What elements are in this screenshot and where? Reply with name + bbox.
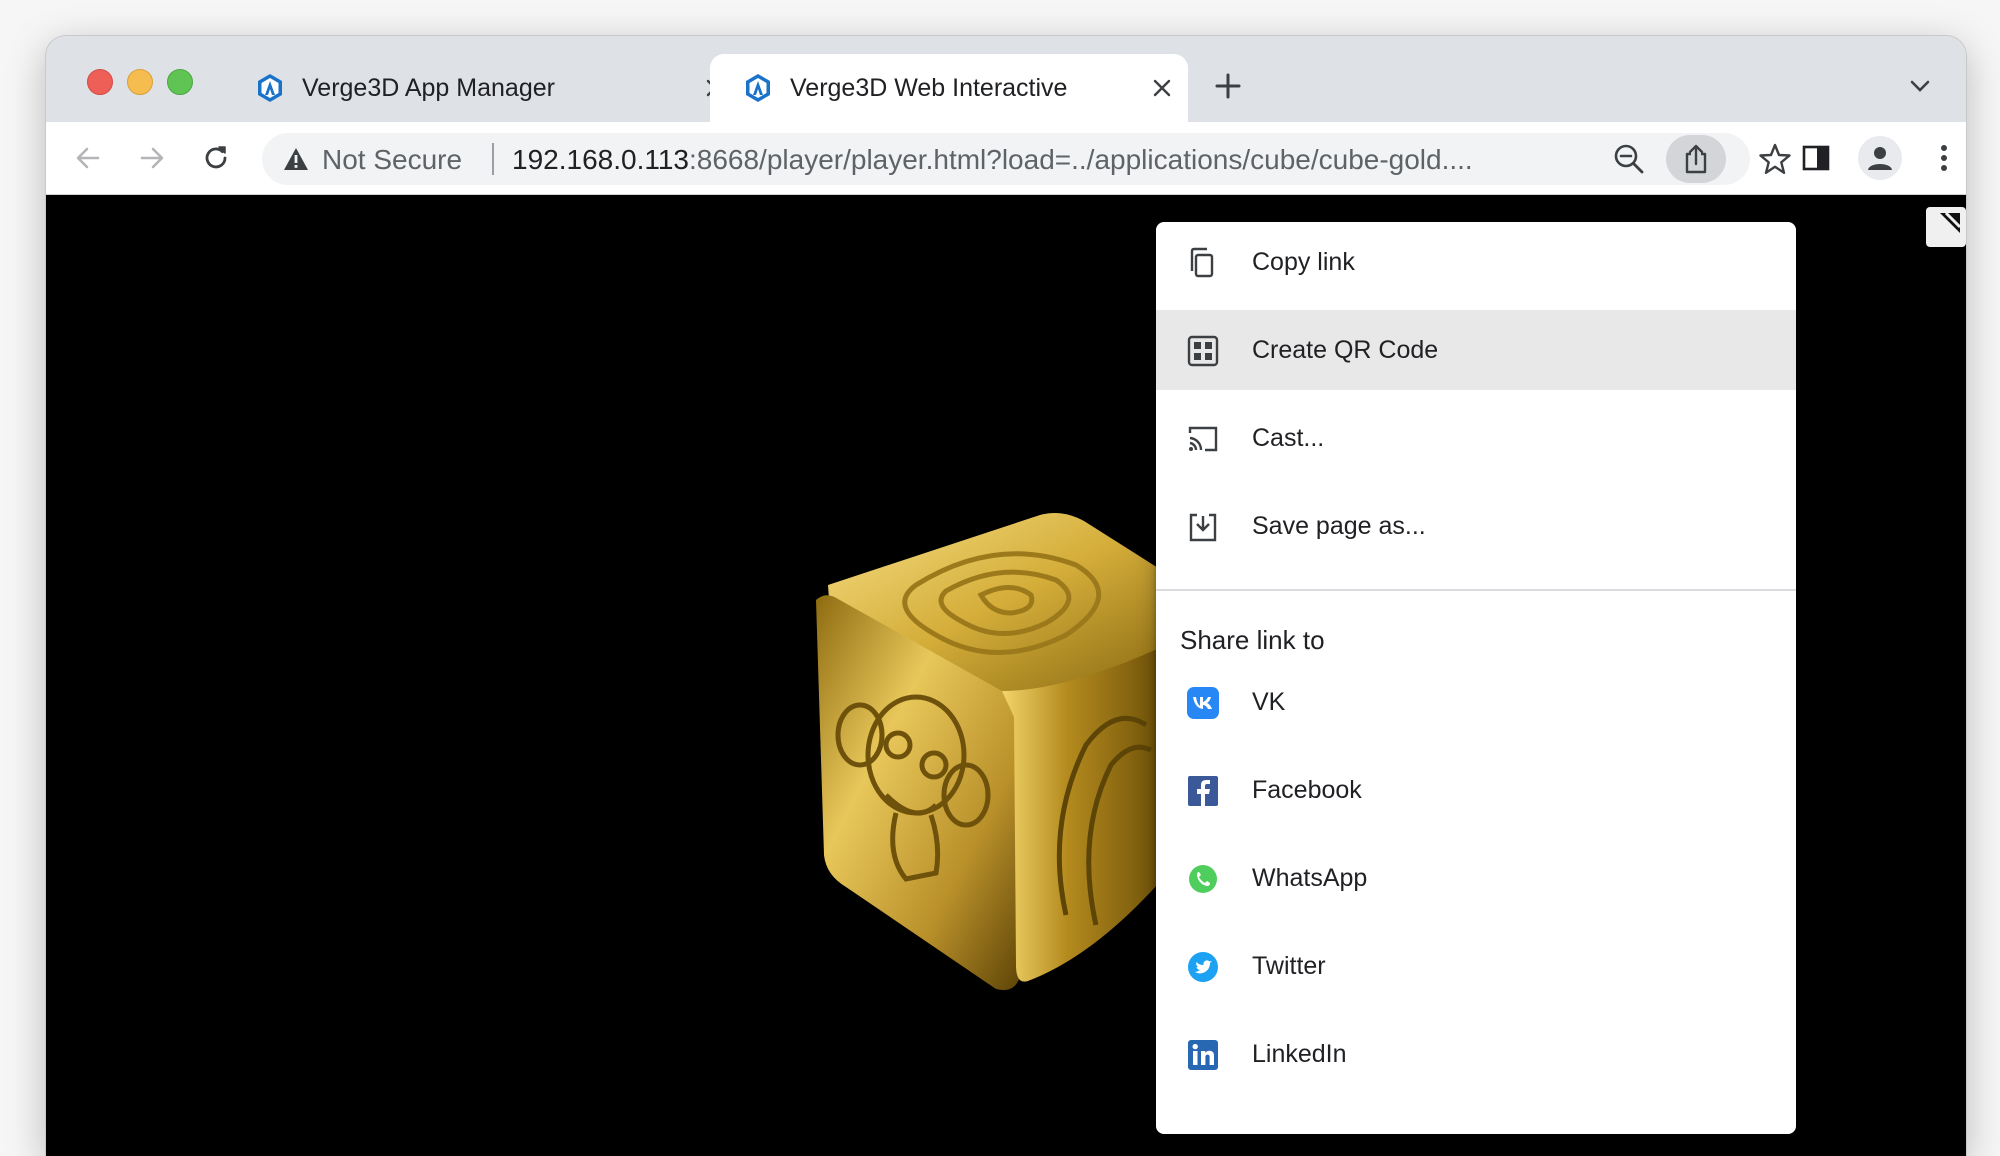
- share-target-label: VK: [1252, 687, 1286, 716]
- tab-title: Verge3D Web Interactive: [790, 74, 1068, 102]
- fullscreen-icon: [1940, 211, 1962, 233]
- menu-item-save-page[interactable]: Save page as...: [1156, 486, 1796, 566]
- verge3d-favicon-icon: [746, 74, 770, 102]
- twitter-icon: [1188, 952, 1218, 982]
- side-panel-button[interactable]: [1794, 136, 1838, 180]
- gold-cube-model[interactable]: [766, 495, 1186, 1015]
- browser-menu-button[interactable]: [1922, 136, 1966, 180]
- browser-window: Verge3D App Manager Verge3D Web Interact…: [46, 36, 1966, 1156]
- cube-right-face: [1002, 645, 1166, 982]
- tab-strip: Verge3D App Manager Verge3D Web Interact…: [46, 36, 1966, 122]
- omnibox-divider: [492, 143, 494, 175]
- menu-item-create-qr-code[interactable]: Create QR Code: [1156, 310, 1796, 390]
- arrow-right-icon: [140, 147, 164, 169]
- back-button[interactable]: [66, 136, 110, 180]
- zoom-window-button[interactable]: [167, 69, 193, 95]
- menu-item-label: Create QR Code: [1252, 335, 1439, 364]
- close-tab-icon[interactable]: [1144, 70, 1180, 106]
- address-bar[interactable]: Not Secure 192.168.0.113:8668/player/pla…: [262, 133, 1791, 185]
- share-target-vk[interactable]: VK: [1156, 662, 1796, 742]
- menu-item-label: Copy link: [1252, 247, 1355, 276]
- url-path: :8668/player/player.html?load=../applica…: [688, 144, 1473, 175]
- close-window-button[interactable]: [87, 69, 113, 95]
- share-target-linkedin[interactable]: LinkedIn: [1156, 1014, 1796, 1094]
- vk-icon: [1187, 687, 1219, 719]
- verge3d-favicon-icon: [258, 74, 282, 102]
- share-button[interactable]: [1666, 135, 1726, 183]
- menu-item-copy-link[interactable]: Copy link: [1156, 222, 1796, 302]
- browser-toolbar: Not Secure 192.168.0.113:8668/player/pla…: [46, 122, 1966, 195]
- menu-divider: [1156, 589, 1796, 591]
- tab-search-button[interactable]: [1902, 68, 1938, 104]
- facebook-icon: [1188, 776, 1218, 806]
- arrow-left-icon: [76, 147, 100, 169]
- menu-item-label: Save page as...: [1252, 511, 1426, 540]
- linkedin-icon: [1188, 1040, 1218, 1070]
- whatsapp-icon: [1189, 865, 1217, 893]
- url-host: 192.168.0.113: [512, 144, 689, 175]
- share-target-twitter[interactable]: Twitter: [1156, 926, 1796, 1006]
- more-vertical-icon: [1941, 145, 1947, 171]
- reload-button[interactable]: [194, 136, 238, 180]
- warning-icon[interactable]: [282, 145, 310, 173]
- share-menu: Copy link Create QR Code Cast... Save pa…: [1156, 222, 1796, 1134]
- tab-title: Verge3D App Manager: [302, 74, 555, 102]
- minimize-window-button[interactable]: [127, 69, 153, 95]
- cast-icon: [1188, 426, 1218, 452]
- share-target-label: Twitter: [1252, 951, 1326, 980]
- bookmark-star-icon[interactable]: [1758, 142, 1792, 176]
- new-tab-button[interactable]: [1208, 66, 1248, 106]
- zoom-out-icon[interactable]: [1612, 142, 1646, 176]
- copy-icon: [1190, 247, 1214, 278]
- menu-item-cast[interactable]: Cast...: [1156, 398, 1796, 478]
- chevron-down-icon: [1910, 80, 1930, 92]
- save-page-icon: [1189, 513, 1217, 542]
- profile-button[interactable]: [1858, 136, 1902, 180]
- share-target-label: Facebook: [1252, 775, 1362, 804]
- plus-icon: [1215, 73, 1241, 99]
- share-target-label: LinkedIn: [1252, 1039, 1347, 1068]
- avatar-icon: [1868, 147, 1892, 170]
- url-text[interactable]: 192.168.0.113:8668/player/player.html?lo…: [512, 144, 1473, 176]
- share-section-heading: Share link to: [1180, 625, 1325, 655]
- reload-icon: [205, 146, 227, 169]
- fullscreen-button[interactable]: [1926, 207, 1966, 247]
- side-panel-icon: [1802, 145, 1830, 171]
- qr-code-icon: [1187, 335, 1219, 367]
- tab-verge3d-web-interactive[interactable]: Verge3D Web Interactive: [710, 54, 1188, 122]
- security-label[interactable]: Not Secure: [322, 144, 462, 176]
- forward-button[interactable]: [130, 136, 174, 180]
- share-target-label: WhatsApp: [1252, 863, 1368, 892]
- menu-item-label: Cast...: [1252, 423, 1325, 452]
- share-target-facebook[interactable]: Facebook: [1156, 750, 1796, 830]
- share-target-whatsapp[interactable]: WhatsApp: [1156, 838, 1796, 918]
- share-icon: [1685, 144, 1707, 174]
- tab-verge3d-app-manager[interactable]: Verge3D App Manager: [222, 54, 747, 122]
